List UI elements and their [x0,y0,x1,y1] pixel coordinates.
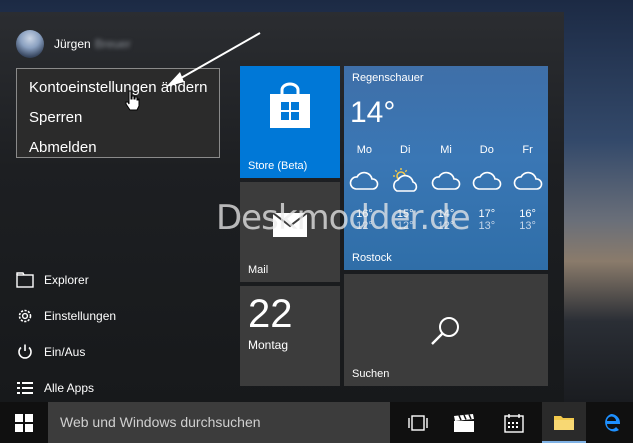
movies-app-button[interactable] [442,402,486,443]
all-apps-label: Alle Apps [44,381,95,395]
avatar [16,30,44,58]
taskbar-search-box[interactable]: Web und Windows durchsuchen [48,402,390,443]
power-item[interactable]: Ein/Aus [14,334,214,370]
explorer-label: Explorer [44,273,89,287]
cloud-icon [466,162,507,198]
weather-tile[interactable]: Regenschauer 14° Mo 16° 12° Di 15° 12° Mi 14° 12… [344,66,548,270]
task-view-button[interactable] [396,402,440,443]
user-last-name: Breuer [94,37,131,51]
start-button[interactable] [0,402,48,443]
hand-cursor-icon [125,90,140,111]
start-left-list: Explorer Einstellungen Ein/Aus Alle Apps [14,262,214,406]
cloud-icon [507,162,548,198]
store-label: Store (Beta) [248,160,308,172]
search-tile[interactable]: Suchen [344,274,548,386]
forecast-day-name: Fr [522,144,533,156]
menu-item-sign-out[interactable]: Abmelden [17,133,219,163]
forecast-day-name: Do [479,144,494,156]
search-label: Suchen [352,368,390,380]
forecast-day-name: Mi [440,144,452,156]
settings-label: Einstellungen [44,309,117,323]
calendar-weekday: Montag [248,338,289,352]
calendar-tile[interactable]: 22 Montag [240,286,340,386]
cloud-icon [426,162,467,198]
forecast-low: 13° [478,220,496,232]
weather-city: Rostock [352,252,392,264]
cloud-icon [344,162,385,198]
calendar-app-button[interactable] [492,402,536,443]
sun-cloud-icon [385,162,426,198]
watermark-text: Deskmodder.de [216,198,471,238]
forecast-high: 16° [519,208,536,220]
forecast-day-name: Di [400,144,411,156]
weather-condition: Regenschauer [352,72,424,84]
list-icon [14,377,36,399]
forecast-high: 17° [478,208,496,220]
folder-icon [14,269,36,291]
forecast-day: Do 17° 13° [466,144,507,232]
forecast-day: Fr 16° 13° [507,144,548,232]
power-icon [14,341,36,363]
menu-item-lock[interactable]: Sperren [17,103,219,133]
clapperboard-icon [454,413,474,432]
gear-icon [14,305,36,327]
calendar-icon [504,413,524,433]
power-label: Ein/Aus [44,345,86,359]
search-icon [428,314,462,353]
settings-item[interactable]: Einstellungen [14,298,214,334]
file-explorer-button[interactable] [542,402,586,443]
explorer-item[interactable]: Explorer [14,262,214,298]
taskbar: Web und Windows durchsuchen [0,402,633,443]
calendar-day-number: 22 [248,292,293,336]
weather-temperature: 14° [350,96,396,129]
forecast-day-name: Mo [356,144,373,156]
edge-browser-button[interactable] [589,402,633,443]
user-name: Jürgen Breuer [54,37,131,51]
all-apps-item[interactable]: Alle Apps [14,370,214,406]
user-account-button[interactable]: Jürgen Breuer [16,30,131,58]
annotation-arrow-icon [166,32,261,87]
store-bag-icon [266,82,314,135]
user-first-name: Jürgen [54,37,91,51]
mail-label: Mail [248,264,269,276]
edge-icon [605,413,620,431]
forecast-low: 13° [519,220,536,232]
folder-icon [554,415,574,430]
task-view-icon [408,414,428,431]
windows-logo-icon [15,413,33,432]
